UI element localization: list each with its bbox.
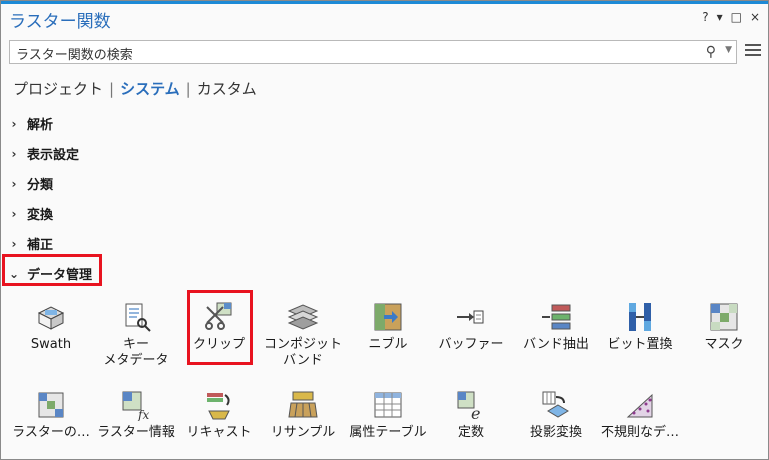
chevron-right-icon: ›	[11, 206, 17, 221]
tool-label: キー メタデータ	[103, 337, 169, 368]
options-dropdown-button[interactable]: ▾	[717, 10, 723, 24]
category-conversion[interactable]: › 変換	[9, 204, 54, 224]
tool-label: リキャスト	[186, 425, 252, 440]
chevron-right-icon: ›	[11, 146, 17, 161]
tool-label: リサンプル	[270, 425, 336, 440]
tool-recast[interactable]: リキャスト	[179, 389, 259, 441]
tool-bit-replace[interactable]: ビット置換	[600, 301, 680, 353]
category-analysis[interactable]: › 解析	[9, 114, 54, 134]
window-controls: ? ▾ □ ×	[702, 10, 760, 24]
recast-icon	[207, 393, 230, 420]
tool-raster[interactable]: ラスターの…	[11, 389, 91, 441]
tool-irregular-data[interactable]: 不規則なデ…	[600, 389, 680, 441]
tool-composite-band[interactable]: コンポジット バンド	[263, 301, 343, 369]
highlight-box	[187, 290, 253, 365]
raster-info-icon: fx	[122, 391, 149, 421]
chevron-right-icon: ›	[11, 176, 17, 191]
tool-constant[interactable]: e 定数	[431, 389, 511, 441]
tool-label: 投影変換	[529, 425, 582, 440]
highlight-box	[2, 254, 102, 286]
tab-divider: |	[185, 79, 191, 98]
raster-icon	[38, 392, 64, 418]
category-label: 補正	[27, 238, 54, 253]
tool-label: バッファー	[438, 337, 504, 352]
tool-label: 不規則なデ…	[600, 425, 679, 440]
attribute-table-icon	[374, 392, 402, 418]
nibble-icon	[374, 303, 402, 331]
tool-raster-info[interactable]: fx ラスター情報	[96, 389, 176, 441]
raster-functions-pane: ラスター関数 ? ▾ □ × ラスター関数の検索 ⚲ ▼ プロジェクト | シス…	[0, 0, 769, 460]
tool-label: バンド抽出	[523, 337, 589, 352]
svg-text:e: e	[471, 404, 480, 421]
mask-icon	[710, 303, 738, 331]
tool-swath[interactable]: Swath	[11, 301, 91, 353]
chevron-right-icon: ›	[11, 116, 17, 131]
irregular-data-icon	[626, 393, 653, 418]
tool-mask[interactable]: マスク	[684, 301, 764, 353]
tool-reproject[interactable]: 投影変換	[516, 389, 596, 441]
bit-replace-icon	[629, 303, 651, 331]
search-input[interactable]: ラスター関数の検索 ⚲ ▼	[9, 40, 737, 64]
maximize-button[interactable]: □	[731, 10, 742, 24]
svg-text:fx: fx	[137, 408, 149, 421]
tool-label: Swath	[30, 337, 72, 352]
pane-title: ラスター関数	[9, 12, 111, 32]
pane-accent-bar	[1, 1, 768, 4]
tool-extract-band[interactable]: バンド抽出	[516, 301, 596, 353]
search-placeholder: ラスター関数の検索	[16, 48, 133, 63]
constant-icon: e	[457, 391, 480, 421]
close-button[interactable]: ×	[750, 10, 760, 24]
tab-project[interactable]: プロジェクト	[13, 78, 103, 99]
menu-icon[interactable]	[745, 41, 761, 61]
tool-resample[interactable]: リサンプル	[263, 389, 343, 441]
tool-label: マスク	[704, 337, 744, 352]
buffer-icon	[457, 310, 484, 324]
tool-key-metadata[interactable]: キー メタデータ	[96, 301, 176, 369]
tool-attribute-table[interactable]: 属性テーブル	[348, 389, 428, 441]
tab-divider: |	[109, 79, 115, 98]
tool-label: ビット置換	[607, 337, 673, 352]
category-label: 表示設定	[27, 148, 80, 163]
tool-label: ラスターの…	[12, 425, 90, 440]
key-metadata-icon	[125, 303, 151, 332]
tool-nibble[interactable]: ニブル	[348, 301, 428, 353]
help-button[interactable]: ?	[702, 10, 708, 24]
category-label: 解析	[27, 118, 54, 133]
category-classification[interactable]: › 分類	[9, 174, 54, 194]
tool-label: 属性テーブル	[349, 425, 427, 440]
reproject-icon	[542, 391, 569, 418]
chevron-down-icon[interactable]: ▼	[725, 45, 732, 55]
composite-band-icon	[287, 304, 319, 330]
swath-icon	[37, 306, 65, 330]
tool-buffer[interactable]: バッファー	[431, 301, 511, 353]
extract-band-icon	[542, 304, 571, 330]
search-icon[interactable]: ⚲	[706, 44, 716, 60]
tool-label: 定数	[457, 425, 484, 440]
chevron-right-icon: ›	[11, 236, 17, 251]
tab-bar: プロジェクト | システム | カスタム	[13, 78, 257, 99]
tool-label: ラスター情報	[97, 425, 175, 440]
category-label: 分類	[27, 178, 54, 193]
category-label: 変換	[27, 208, 54, 223]
category-display[interactable]: › 表示設定	[9, 144, 80, 164]
tab-system[interactable]: システム	[120, 78, 180, 99]
tool-label: コンポジット バンド	[263, 337, 342, 368]
category-correction[interactable]: › 補正	[9, 234, 54, 254]
resample-icon	[288, 391, 318, 418]
tab-custom[interactable]: カスタム	[197, 78, 257, 99]
tool-label: ニブル	[368, 337, 408, 352]
